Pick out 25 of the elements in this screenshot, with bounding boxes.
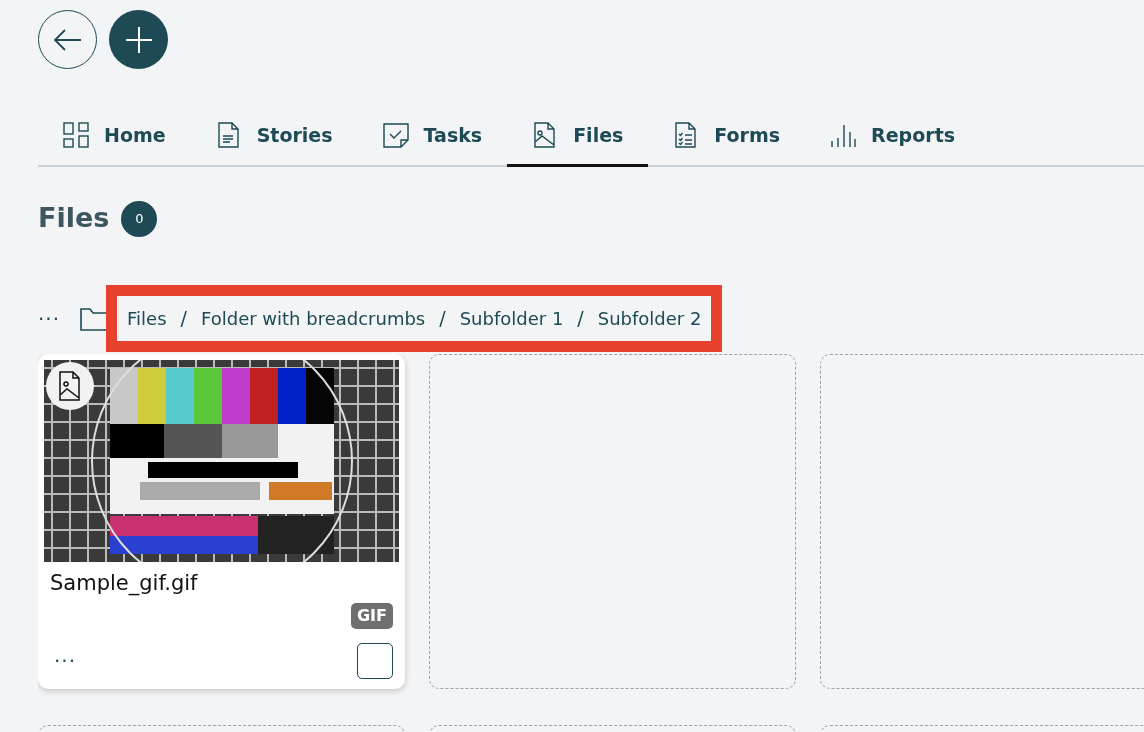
- task-icon: [382, 121, 410, 149]
- breadcrumb-link[interactable]: Files: [127, 305, 167, 332]
- nav-tab[interactable]: Tasks: [357, 109, 508, 167]
- breadcrumb-link[interactable]: Subfolder 2: [597, 305, 702, 332]
- file-type-tag: GIF: [351, 603, 393, 629]
- arrow-left-icon: [52, 27, 83, 52]
- file-name: Sample_gif.gif: [50, 569, 199, 598]
- breadcrumb-separator: /: [577, 306, 584, 332]
- breadcrumb-link[interactable]: Subfolder 1: [459, 305, 564, 332]
- nav-tab[interactable]: Home: [38, 109, 191, 167]
- more-button[interactable]: ···: [54, 650, 77, 671]
- grid-icon: [63, 121, 90, 149]
- more-button[interactable]: ···: [38, 308, 61, 329]
- nav-tab[interactable]: Files: [507, 109, 649, 167]
- breadcrumb-separator: /: [439, 306, 446, 332]
- nav-tab[interactable]: Reports: [805, 109, 981, 167]
- select-checkbox[interactable]: [357, 642, 393, 679]
- nav-tab[interactable]: Stories: [190, 109, 358, 167]
- plus-icon: [124, 25, 153, 54]
- breadcrumb-separator: /: [180, 306, 187, 332]
- breadcrumb-link[interactable]: Folder with breadcrumbs: [201, 305, 426, 332]
- file-card[interactable]: Sample_gif.gif GIF ···: [38, 353, 405, 689]
- page-heading: Files: [38, 202, 110, 235]
- count-badge: 0: [121, 200, 158, 237]
- nav-tab[interactable]: Forms: [648, 109, 806, 167]
